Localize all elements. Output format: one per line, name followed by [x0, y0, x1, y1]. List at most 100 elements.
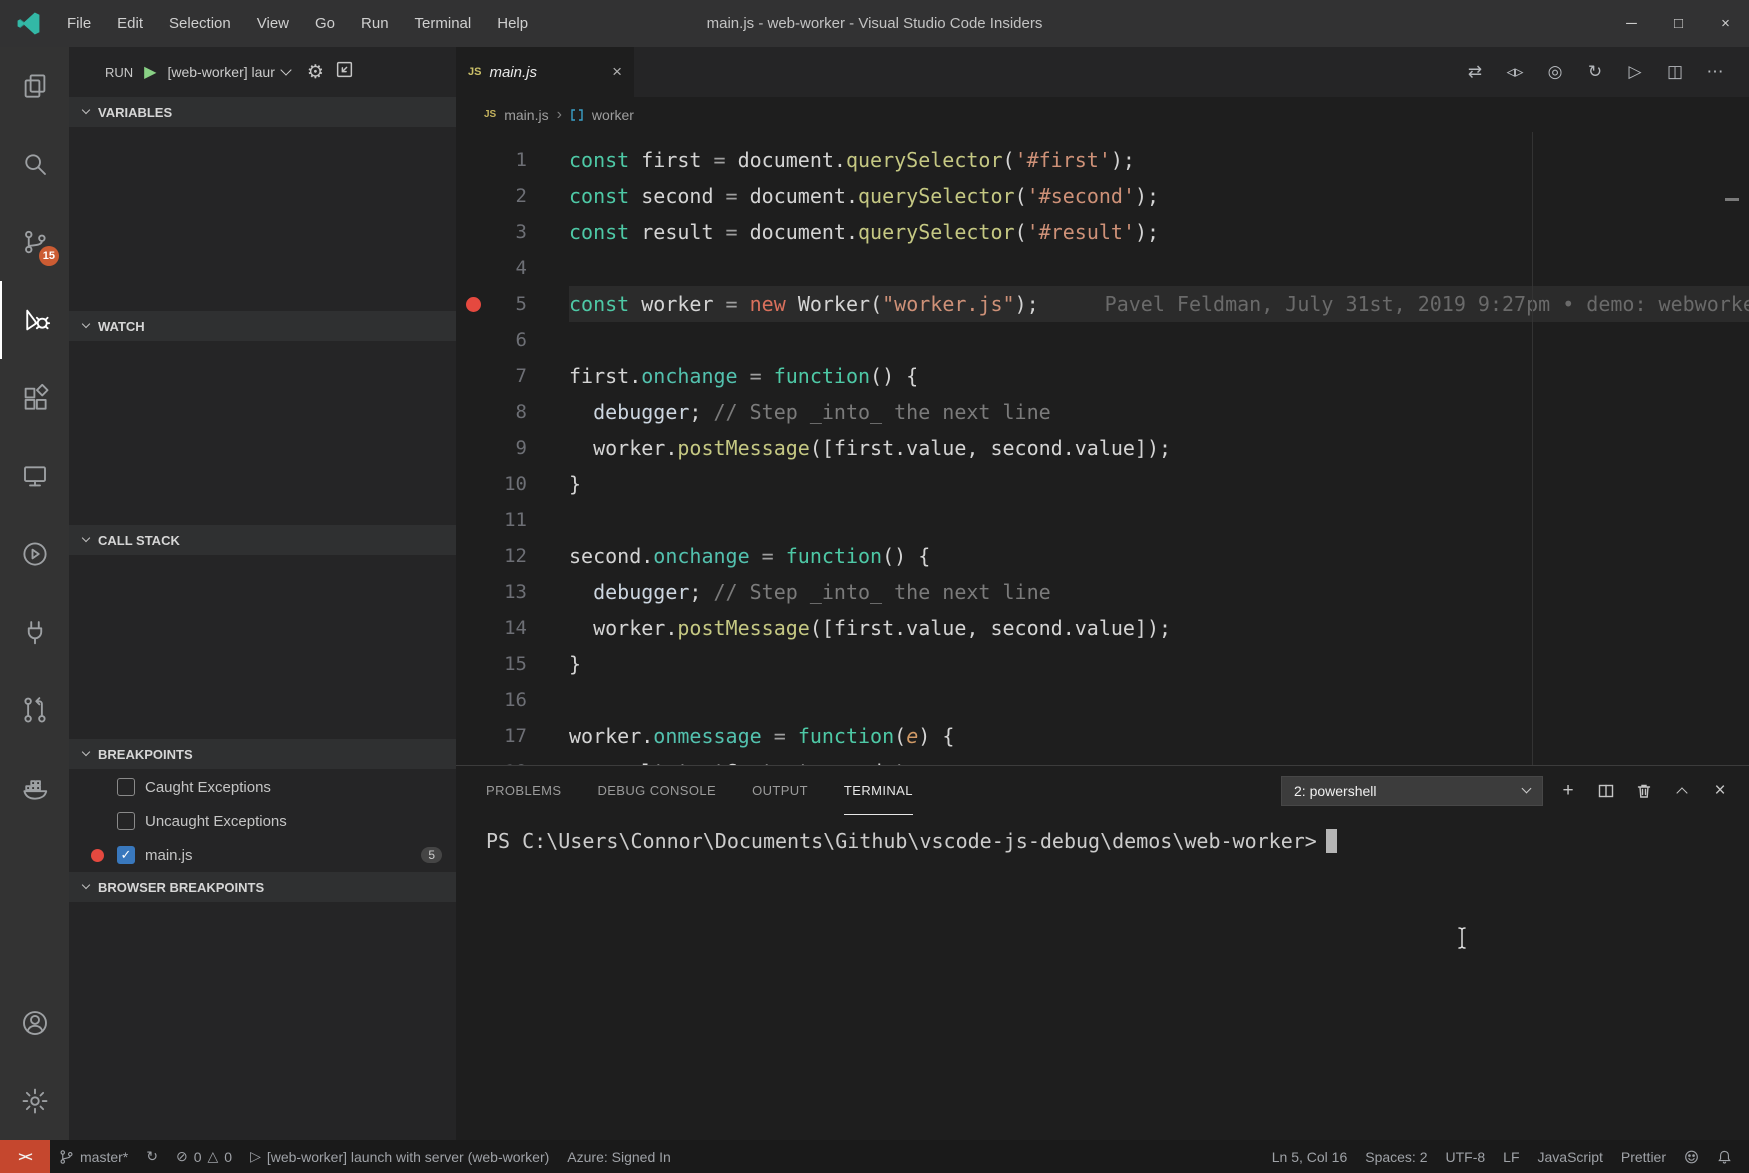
maximize-panel-icon[interactable] — [1669, 776, 1695, 806]
breakpoint-slot[interactable] — [456, 682, 490, 718]
menu-terminal[interactable]: Terminal — [402, 0, 485, 47]
breakpoint-slot[interactable] — [456, 646, 490, 682]
start-debug-icon[interactable]: ▶ — [144, 62, 156, 82]
menu-run[interactable]: Run — [348, 0, 402, 47]
breakpoint-slot[interactable] — [456, 178, 490, 214]
panel-tab-debug-console[interactable]: DEBUG CONSOLE — [597, 766, 716, 815]
editor-gutter[interactable]: 13 — [456, 574, 569, 610]
run-and-debug-icon[interactable] — [0, 281, 69, 359]
checkbox[interactable] — [117, 812, 135, 830]
feedback-icon[interactable] — [1675, 1140, 1708, 1173]
split-terminal-icon[interactable] — [1593, 776, 1619, 806]
breakpoint-slot[interactable] — [456, 394, 490, 430]
breakpoint-slot[interactable] — [456, 358, 490, 394]
editor-gutter[interactable]: 6 — [456, 322, 569, 358]
configure-gear-icon[interactable]: ⚙ — [307, 61, 324, 84]
checkbox[interactable]: ✓ — [117, 846, 135, 864]
panel-tab-terminal[interactable]: TERMINAL — [844, 766, 913, 815]
terminal[interactable]: PS C:\Users\Connor\Documents\Github\vsco… — [456, 815, 1749, 1140]
split-editor-icon[interactable]: ◫ — [1657, 54, 1693, 90]
panel-tab-problems[interactable]: PROBLEMS — [486, 766, 561, 815]
encoding[interactable]: UTF-8 — [1437, 1140, 1495, 1173]
breakpoint-ring-icon[interactable]: ◎ — [1537, 54, 1573, 90]
section-header-variables[interactable]: VARIABLES — [69, 97, 456, 127]
sync-status[interactable]: ↻ — [137, 1140, 167, 1173]
editor-gutter[interactable]: 16 — [456, 682, 569, 718]
github-pull-request-icon[interactable] — [0, 671, 69, 749]
editor-gutter[interactable]: 9 — [456, 430, 569, 466]
terminal-picker[interactable]: 2: powershell — [1281, 776, 1543, 806]
editor-gutter[interactable]: 12 — [456, 538, 569, 574]
run-circle-icon[interactable]: ▷ — [1617, 54, 1653, 90]
maximize-button[interactable]: □ — [1655, 0, 1702, 47]
menu-edit[interactable]: Edit — [104, 0, 156, 47]
breakpoint-slot[interactable] — [456, 286, 490, 322]
accounts-icon[interactable] — [0, 984, 69, 1062]
editor-gutter[interactable]: 4 — [456, 250, 569, 286]
breadcrumb-symbol[interactable]: worker — [592, 107, 634, 123]
checkbox[interactable] — [117, 778, 135, 796]
section-header-breakpoints[interactable]: BREAKPOINTS — [69, 739, 456, 769]
breakpoint-slot[interactable] — [456, 610, 490, 646]
menu-help[interactable]: Help — [484, 0, 541, 47]
breakpoint-slot[interactable] — [456, 250, 490, 286]
formatter[interactable]: Prettier — [1612, 1140, 1675, 1173]
live-share-icon[interactable] — [0, 515, 69, 593]
launch-status[interactable]: ▷ [web-worker] launch with server (web-w… — [241, 1140, 558, 1173]
tab-main-js[interactable]: JS main.js × — [456, 47, 634, 97]
editor-gutter[interactable]: 5 — [456, 286, 569, 322]
breakpoint-item-main-js[interactable]: ✓main.js5 — [69, 838, 456, 872]
menu-file[interactable]: File — [54, 0, 104, 47]
docker-icon[interactable] — [0, 749, 69, 827]
section-header-browser-breakpoints[interactable]: BROWSER BREAKPOINTS — [69, 872, 456, 902]
azure-status[interactable]: Azure: Signed In — [558, 1140, 680, 1173]
source-control-icon[interactable]: 15 — [0, 203, 69, 281]
more-actions-icon[interactable]: ⋯ — [1697, 54, 1733, 90]
panel-tab-output[interactable]: OUTPUT — [752, 766, 808, 815]
breakpoint-item-uncaught-exceptions[interactable]: Uncaught Exceptions — [69, 804, 456, 838]
breadcrumb-file[interactable]: main.js — [504, 107, 548, 123]
restart-icon[interactable]: ↻ — [1577, 54, 1613, 90]
breakpoint-dot[interactable] — [466, 297, 481, 312]
open-preview-icon[interactable]: ◃▹ — [1497, 54, 1533, 90]
editor-gutter[interactable]: 3 — [456, 214, 569, 250]
editor-gutter[interactable]: 2 — [456, 178, 569, 214]
breakpoint-slot[interactable] — [456, 322, 490, 358]
close-button[interactable]: × — [1702, 0, 1749, 47]
section-header-call-stack[interactable]: CALL STACK — [69, 525, 456, 555]
editor-gutter[interactable]: 15 — [456, 646, 569, 682]
editor-gutter[interactable]: 8 — [456, 394, 569, 430]
breakpoint-slot[interactable] — [456, 502, 490, 538]
new-terminal-icon[interactable]: + — [1555, 776, 1581, 806]
debug-config-dropdown[interactable]: [web-worker] laur — [167, 64, 289, 80]
breakpoint-slot[interactable] — [456, 466, 490, 502]
menu-view[interactable]: View — [244, 0, 302, 47]
git-branch-status[interactable]: master* — [50, 1140, 137, 1173]
breakpoint-slot[interactable] — [456, 142, 490, 178]
remote-explorer-icon[interactable] — [0, 437, 69, 515]
open-debug-console-icon[interactable] — [335, 60, 354, 84]
minimize-button[interactable]: ─ — [1608, 0, 1655, 47]
search-icon[interactable] — [0, 125, 69, 203]
remote-indicator[interactable]: >< — [0, 1140, 50, 1173]
problems-status[interactable]: ⊘ 0 △ 0 — [167, 1140, 241, 1173]
breakpoint-slot[interactable] — [456, 754, 490, 765]
breakpoint-slot[interactable] — [456, 430, 490, 466]
close-panel-icon[interactable]: × — [1707, 776, 1733, 806]
menu-go[interactable]: Go — [302, 0, 348, 47]
section-header-watch[interactable]: WATCH — [69, 311, 456, 341]
settings-gear-icon[interactable] — [0, 1062, 69, 1140]
editor-gutter[interactable]: 7 — [456, 358, 569, 394]
code-editor[interactable]: 1const first = document.querySelector('#… — [456, 132, 1749, 765]
editor-gutter[interactable]: 14 — [456, 610, 569, 646]
menu-selection[interactable]: Selection — [156, 0, 244, 47]
eol-sequence[interactable]: LF — [1494, 1140, 1528, 1173]
kill-terminal-icon[interactable] — [1631, 776, 1657, 806]
explorer-icon[interactable] — [0, 47, 69, 125]
close-tab-icon[interactable]: × — [612, 62, 622, 82]
notifications-bell-icon[interactable] — [1708, 1140, 1741, 1173]
editor-gutter[interactable]: 17 — [456, 718, 569, 754]
editor-gutter[interactable]: 11 — [456, 502, 569, 538]
editor-gutter[interactable]: 10 — [456, 466, 569, 502]
power-plug-icon[interactable] — [0, 593, 69, 671]
